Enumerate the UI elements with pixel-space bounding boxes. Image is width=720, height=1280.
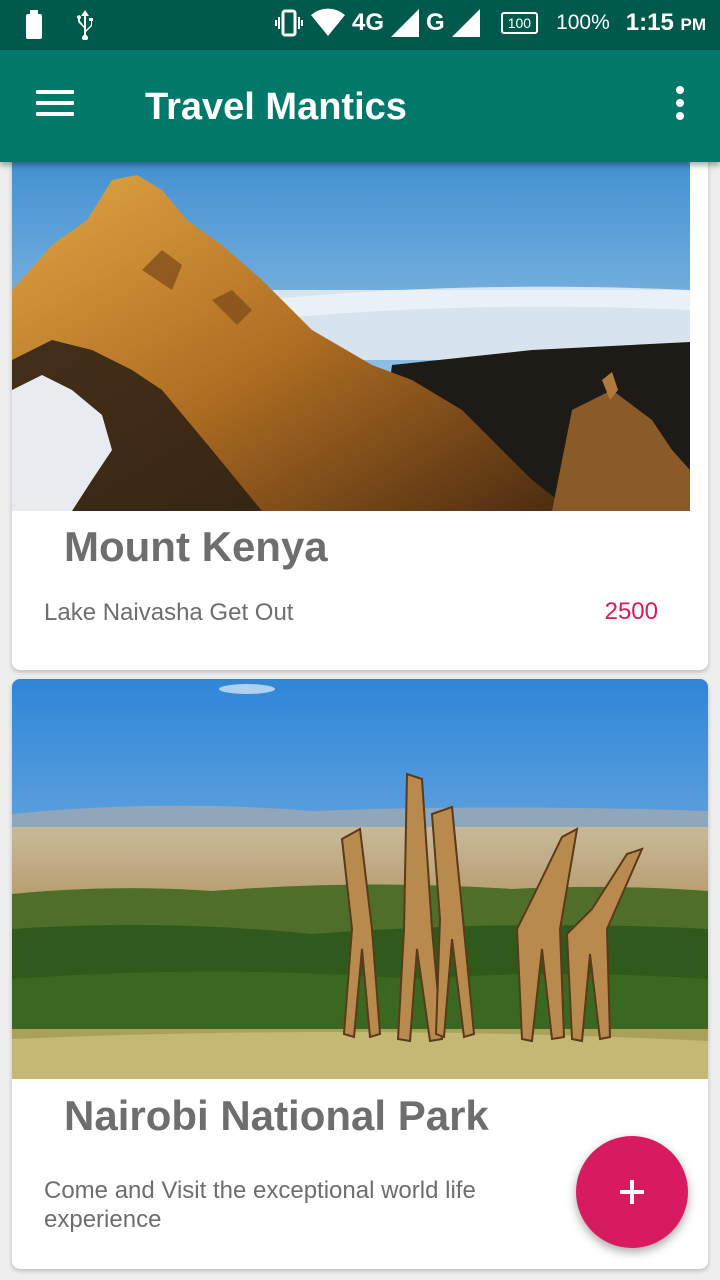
clock: 1:15 PM bbox=[626, 9, 706, 37]
more-vert-icon[interactable] bbox=[670, 86, 690, 126]
app-bar: Travel Mantics bbox=[0, 50, 720, 162]
deal-card-mount-kenya[interactable]: Mount Kenya Lake Naivasha Get Out 2500 bbox=[12, 162, 708, 670]
plus-icon-stroke bbox=[630, 1180, 634, 1204]
usb-icon bbox=[77, 10, 93, 40]
wifi-icon bbox=[311, 8, 346, 36]
clock-suffix: PM bbox=[680, 15, 707, 34]
signal-icon-2 bbox=[451, 9, 480, 37]
giraffes-savanna-photo bbox=[12, 679, 708, 1079]
battery-percent: 100% bbox=[556, 11, 610, 34]
mountain-peak-photo bbox=[12, 162, 690, 511]
deal-title: Mount Kenya bbox=[64, 523, 328, 570]
network-type-g: G bbox=[426, 9, 445, 36]
deal-price: 2500 bbox=[604, 598, 658, 625]
deal-description: Come and Visit the exceptional world lif… bbox=[44, 1177, 476, 1233]
signal-icon bbox=[391, 9, 420, 37]
status-bar: 4G G 100 100% 1:15 PM bbox=[0, 0, 720, 50]
app-title: Travel Mantics bbox=[145, 86, 407, 128]
clock-time: 1:15 bbox=[625, 9, 674, 36]
network-type-4g: 4G bbox=[352, 9, 385, 36]
battery-indicator: 100 bbox=[500, 12, 539, 34]
deals-list[interactable]: Mount Kenya Lake Naivasha Get Out 2500 N… bbox=[0, 162, 720, 1280]
vibrate-icon bbox=[275, 9, 304, 37]
deal-title: Nairobi National Park bbox=[64, 1092, 489, 1139]
battery-icon bbox=[26, 10, 42, 39]
deal-description: Lake Naivasha Get Out bbox=[44, 599, 294, 626]
add-deal-button[interactable] bbox=[576, 1136, 688, 1248]
hamburger-menu-icon[interactable] bbox=[36, 90, 76, 120]
